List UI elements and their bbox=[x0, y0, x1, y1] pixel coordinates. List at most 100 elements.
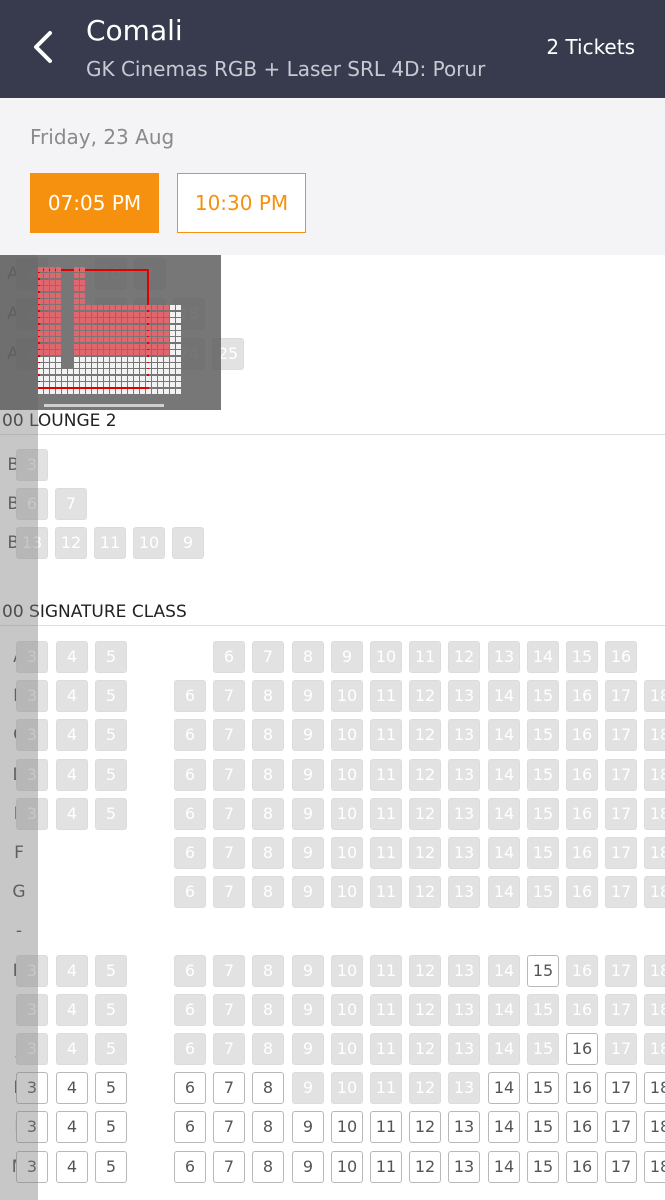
seat-available[interactable]: 16 bbox=[566, 1072, 598, 1105]
seat-available[interactable]: 15 bbox=[527, 1072, 559, 1105]
minimap-seat bbox=[128, 312, 133, 317]
seat-sold: 15 bbox=[527, 758, 559, 791]
minimap-seat bbox=[176, 305, 181, 310]
seat-available[interactable]: 15 bbox=[527, 1150, 559, 1183]
minimap-seat bbox=[50, 369, 55, 374]
showtime-1030pm-button[interactable]: 10:30 PM bbox=[177, 173, 306, 233]
seat-sold: 17 bbox=[605, 719, 637, 752]
seat-available[interactable]: 4 bbox=[56, 1150, 88, 1183]
seat-available[interactable]: 5 bbox=[95, 1072, 127, 1105]
minimap-seat bbox=[104, 376, 109, 381]
seat-sold: 13 bbox=[448, 837, 480, 869]
minimap-seat bbox=[44, 363, 49, 368]
minimap-seat bbox=[134, 344, 139, 349]
seat-available[interactable]: 11 bbox=[370, 1150, 402, 1183]
minimap-seat bbox=[38, 267, 43, 272]
minimap-seat bbox=[128, 344, 133, 349]
seat-available[interactable]: 14 bbox=[488, 1111, 520, 1144]
seat-available[interactable]: 18 bbox=[644, 1111, 665, 1144]
seat-available[interactable]: 17 bbox=[605, 1072, 637, 1105]
minimap-seat bbox=[134, 312, 139, 317]
minimap-seat bbox=[74, 305, 79, 310]
seat-available[interactable]: 10 bbox=[331, 1150, 363, 1183]
minimap-seat bbox=[164, 312, 169, 317]
seat-available[interactable]: 4 bbox=[56, 1111, 88, 1144]
seat-sold: 9 bbox=[331, 641, 363, 673]
cinema-name: GK Cinemas RGB + Laser SRL 4D: Porur bbox=[86, 57, 486, 81]
minimap-seat bbox=[116, 376, 121, 381]
seat-available[interactable]: 17 bbox=[605, 1111, 637, 1144]
seat-available[interactable]: 6 bbox=[174, 1072, 206, 1105]
seat-available[interactable]: 12 bbox=[409, 1111, 441, 1144]
seat-sold: 4 bbox=[56, 758, 88, 791]
minimap-seat bbox=[140, 382, 145, 387]
seat-available[interactable]: 13 bbox=[448, 1150, 480, 1183]
minimap-seat bbox=[38, 382, 43, 387]
minimap-seat bbox=[176, 363, 181, 368]
seat-available[interactable]: 16 bbox=[566, 1111, 598, 1144]
minimap-seat bbox=[56, 337, 61, 342]
minimap-seat bbox=[56, 267, 61, 272]
seat-available[interactable]: 9 bbox=[292, 1150, 324, 1183]
seat-available[interactable]: 8 bbox=[252, 1072, 284, 1105]
minimap-seat bbox=[50, 267, 55, 272]
minimap-seat bbox=[170, 376, 175, 381]
seat-available[interactable]: 16 bbox=[566, 1033, 598, 1065]
minimap-seat bbox=[104, 331, 109, 336]
seat-sold: 10 bbox=[331, 954, 363, 987]
seat-sold: 5 bbox=[95, 993, 127, 1026]
seat-available[interactable]: 14 bbox=[488, 1072, 520, 1105]
minimap-seat bbox=[68, 389, 73, 394]
seat-minimap[interactable] bbox=[0, 255, 221, 410]
seat-available[interactable]: 4 bbox=[56, 1072, 88, 1105]
seat-sold: 9 bbox=[292, 837, 324, 869]
showtime-0705pm-button[interactable]: 07:05 PM bbox=[30, 173, 159, 233]
seat-available[interactable]: 12 bbox=[409, 1150, 441, 1183]
seat-sold: 11 bbox=[370, 1033, 402, 1065]
minimap-seat bbox=[92, 376, 97, 381]
ticket-count-button[interactable]: 2 Tickets bbox=[546, 34, 635, 60]
seat-available[interactable]: 5 bbox=[95, 1150, 127, 1183]
seat-available[interactable]: 7 bbox=[213, 1072, 245, 1105]
back-arrow-icon[interactable] bbox=[26, 30, 60, 64]
seat-available[interactable]: 16 bbox=[566, 1150, 598, 1183]
minimap-seat bbox=[158, 337, 163, 342]
seat-available[interactable]: 7 bbox=[213, 1150, 245, 1183]
seat-sold: 8 bbox=[252, 837, 284, 869]
seat-sold: 4 bbox=[56, 719, 88, 752]
minimap-seat bbox=[146, 376, 151, 381]
minimap-seat bbox=[92, 389, 97, 394]
seat-available[interactable]: 9 bbox=[292, 1111, 324, 1144]
minimap-seat bbox=[110, 318, 115, 323]
show-date: Friday, 23 Aug bbox=[30, 125, 175, 149]
seat-available[interactable]: 11 bbox=[370, 1111, 402, 1144]
seat-sold: 7 bbox=[213, 993, 245, 1026]
seat-available[interactable]: 13 bbox=[448, 1111, 480, 1144]
seat-available[interactable]: 10 bbox=[331, 1111, 363, 1144]
seat-available[interactable]: 18 bbox=[644, 1072, 665, 1105]
seat-available[interactable]: 14 bbox=[488, 1150, 520, 1183]
seat-available[interactable]: 5 bbox=[95, 1111, 127, 1144]
minimap-seat bbox=[128, 305, 133, 310]
seat-sold: 9 bbox=[292, 719, 324, 752]
seat-available[interactable]: 8 bbox=[252, 1111, 284, 1144]
minimap-seat bbox=[128, 389, 133, 394]
seat-available[interactable]: 17 bbox=[605, 1150, 637, 1183]
minimap-seat bbox=[176, 318, 181, 323]
minimap-seat bbox=[86, 318, 91, 323]
seat-available[interactable]: 15 bbox=[527, 954, 559, 987]
section-divider bbox=[0, 434, 665, 435]
minimap-seat bbox=[74, 350, 79, 355]
seat-sold: 7 bbox=[213, 758, 245, 791]
seat-available[interactable]: 18 bbox=[644, 1150, 665, 1183]
seat-available[interactable]: 7 bbox=[213, 1111, 245, 1144]
minimap-seat bbox=[104, 369, 109, 374]
seat-sold: 13 bbox=[448, 758, 480, 791]
seat-available[interactable]: 6 bbox=[174, 1111, 206, 1144]
seat-available[interactable]: 15 bbox=[527, 1111, 559, 1144]
seat-available[interactable]: 6 bbox=[174, 1150, 206, 1183]
seat-sold: 9 bbox=[292, 797, 324, 830]
minimap-seat bbox=[50, 305, 55, 310]
seat-available[interactable]: 8 bbox=[252, 1150, 284, 1183]
seat-sold: 7 bbox=[213, 1033, 245, 1065]
